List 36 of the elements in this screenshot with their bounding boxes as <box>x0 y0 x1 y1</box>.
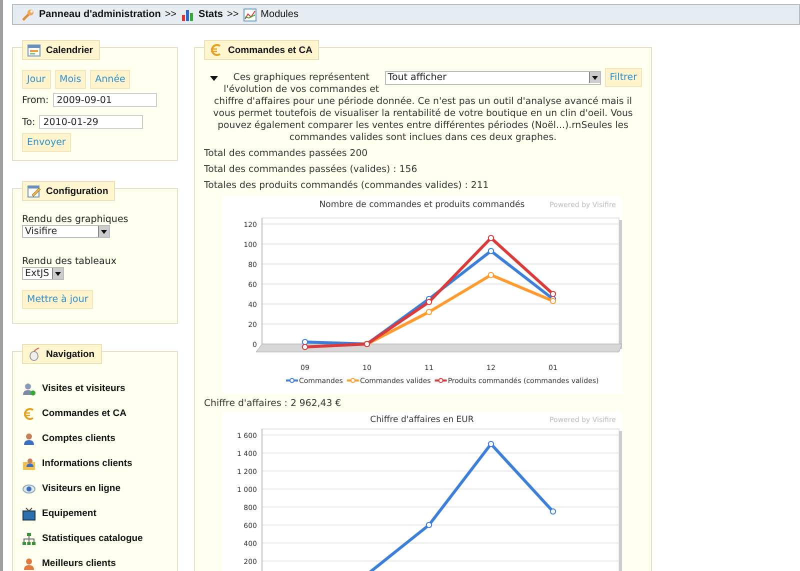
nav-item[interactable]: Equipement <box>22 501 168 526</box>
date-field[interactable]: 2010-01-29 <box>39 115 144 129</box>
chart-title: Nombre de commandes et produits commandés <box>319 200 525 210</box>
nav-item[interactable]: Commandes et CA <box>22 401 168 426</box>
description-text: chiffre d'affaires pour une période donnée. Ce n'est pas un outil d'analyse avancé mais il vous permet toutefois de visualiser la rentabilité de votre boutique en un clin d'oeil. Vous pouvez également comparer les ventes entre différentes périodes (Noël...).rnSeules les commandes valides sont inclues dans ces deux graphes. <box>212 96 634 144</box>
nav-item[interactable]: Statistiques catalogue <box>22 526 168 551</box>
select-field[interactable]: ExtJS <box>22 267 64 280</box>
revenue-total: Chiffre d'affaires : 2 962,43 € <box>204 398 342 409</box>
nav-item[interactable]: Comptes clients <box>22 426 168 451</box>
panel-title: Commandes et CA <box>228 44 312 56</box>
stat-line: Total des commandes passées 200 <box>204 148 369 159</box>
stat-line: Totales des produits commandés (commandes valides) : 211 <box>204 180 490 191</box>
field-label: From: <box>22 94 49 106</box>
breadcrumb-separator: >> <box>226 9 239 20</box>
select-value: Tout afficher <box>388 72 447 83</box>
breadcrumb-separator: >> <box>164 9 177 20</box>
filter-select[interactable]: Tout afficher <box>384 70 601 84</box>
select-value: Visifire <box>25 226 58 237</box>
chart-title: Chiffre d'affaires en EUR <box>370 415 474 425</box>
field-label: Rendu des graphiques <box>22 214 130 225</box>
field-label: Rendu des tableaux <box>22 256 118 267</box>
date-field[interactable]: 2009-09-01 <box>52 93 157 107</box>
nav-item[interactable]: Meilleurs clients <box>22 551 168 571</box>
stat-line: Total des commandes passées (valides) : 156 <box>204 164 418 175</box>
breadcrumb-link[interactable]: Modules <box>260 9 298 20</box>
select-value: ExtJS <box>25 268 50 279</box>
field-label: To: <box>22 116 36 128</box>
nav-item[interactable]: Informations clients <box>22 451 168 476</box>
breadcrumb-link[interactable]: Stats <box>198 9 223 20</box>
nav-item[interactable]: Visiteurs en ligne <box>22 476 168 501</box>
panel-title: Calendrier <box>46 44 93 56</box>
panel-title: Configuration <box>46 186 108 196</box>
select-field[interactable]: Visifire <box>22 225 110 238</box>
nav-item[interactable]: Visites et visiteurs <box>22 376 168 401</box>
breadcrumb-link[interactable]: Panneau d'administration <box>39 9 161 20</box>
panel-title: Navigation <box>46 348 95 360</box>
